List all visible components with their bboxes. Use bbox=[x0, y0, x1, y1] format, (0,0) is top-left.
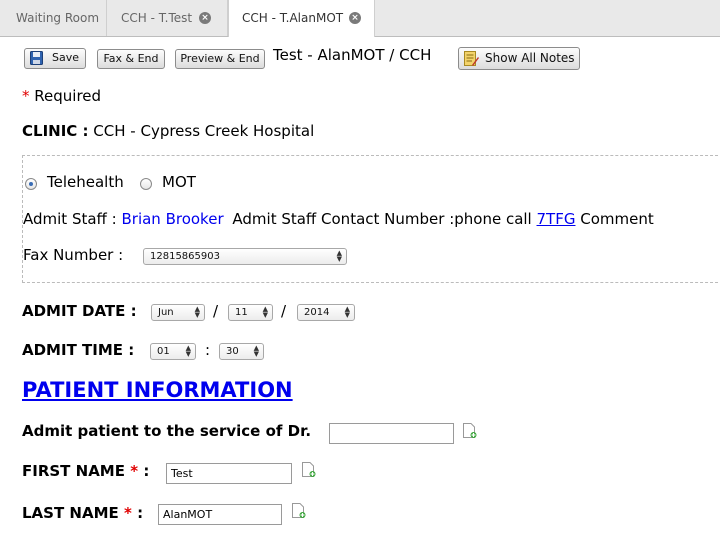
first-name-row: FIRST NAME * : bbox=[22, 462, 149, 480]
preview-end-button[interactable]: Preview & End bbox=[175, 49, 265, 69]
telehealth-label: Telehealth bbox=[47, 173, 124, 191]
date-separator: / bbox=[213, 302, 219, 320]
tab-label: Waiting Room bbox=[16, 11, 100, 25]
select-arrows-icon: ▲ ▼ bbox=[336, 249, 342, 263]
tab-label: CCH - T.AlanMOT bbox=[242, 11, 344, 25]
admit-year-select[interactable]: 2014 ▲ ▼ bbox=[297, 304, 355, 321]
close-icon[interactable]: × bbox=[349, 12, 361, 24]
first-name-label: FIRST NAME bbox=[22, 462, 125, 480]
service-of-dr-label: Admit patient to the service of Dr. bbox=[22, 422, 312, 440]
fax-number-select[interactable]: 12815865903 ▲ ▼ bbox=[143, 248, 347, 265]
page-title: Test - AlanMOT / CCH bbox=[273, 46, 432, 64]
fax-number-value: 12815865903 bbox=[150, 251, 220, 262]
tab-cch-t-alanmot[interactable]: CCH - T.AlanMOT × bbox=[228, 0, 375, 37]
contact-number-link[interactable]: 7TFG bbox=[537, 210, 576, 228]
fax-number-label: Fax Number : bbox=[23, 246, 124, 264]
add-note-icon[interactable] bbox=[302, 462, 316, 478]
required-star: * bbox=[22, 87, 30, 105]
select-arrows-icon: ▲ ▼ bbox=[344, 305, 350, 319]
required-star: * bbox=[130, 462, 139, 480]
colon: : bbox=[137, 504, 144, 522]
last-name-row: LAST NAME * : bbox=[22, 504, 143, 522]
service-of-dr-input[interactable] bbox=[329, 423, 454, 444]
tab-bar: Waiting Room CCH - T.Test × CCH - T.Alan… bbox=[0, 0, 720, 37]
clinic-value: CCH - Cypress Creek Hospital bbox=[93, 122, 315, 140]
add-note-icon[interactable] bbox=[463, 423, 477, 439]
tab-cch-t-test[interactable]: CCH - T.Test × bbox=[107, 0, 228, 36]
patient-information-heading: PATIENT INFORMATION bbox=[22, 378, 293, 402]
mot-radio[interactable] bbox=[140, 178, 152, 190]
select-arrows-icon: ▲ ▼ bbox=[253, 344, 259, 358]
contact-number-label: Admit Staff Contact Number :phone call bbox=[232, 210, 532, 228]
admit-year-value: 2014 bbox=[304, 307, 330, 318]
add-note-icon[interactable] bbox=[292, 503, 306, 519]
first-name-input[interactable]: Test bbox=[166, 463, 292, 484]
required-star: * bbox=[124, 504, 132, 522]
date-separator: / bbox=[281, 302, 287, 320]
close-icon[interactable]: × bbox=[199, 12, 211, 24]
notes-icon bbox=[464, 51, 479, 66]
fax-end-button[interactable]: Fax & End bbox=[97, 49, 165, 69]
select-arrows-icon: ▲ ▼ bbox=[185, 344, 191, 358]
admit-time-label: ADMIT TIME : bbox=[22, 341, 135, 359]
telehealth-radio[interactable] bbox=[25, 178, 37, 190]
admit-hour-value: 01 bbox=[157, 346, 170, 357]
required-note: * Required bbox=[22, 87, 101, 105]
save-button[interactable]: Save bbox=[24, 48, 86, 69]
tab-waiting-room[interactable]: Waiting Room bbox=[0, 0, 107, 36]
required-text: Required bbox=[34, 87, 102, 105]
last-name-label: LAST NAME bbox=[22, 504, 119, 522]
clinic-row: CLINIC : CCH - Cypress Creek Hospital bbox=[22, 122, 314, 140]
tab-label: CCH - T.Test bbox=[121, 11, 193, 25]
mot-label: MOT bbox=[162, 173, 196, 191]
admit-day-value: 11 bbox=[235, 307, 248, 318]
admit-date-label: ADMIT DATE : bbox=[22, 302, 137, 320]
select-arrows-icon: ▲ ▼ bbox=[262, 305, 268, 319]
admit-month-value: Jun bbox=[158, 307, 174, 318]
admit-staff-label: Admit Staff : bbox=[23, 210, 117, 228]
admit-month-select[interactable]: Jun ▲ ▼ bbox=[151, 304, 205, 321]
admit-day-select[interactable]: 11 ▲ ▼ bbox=[228, 304, 273, 321]
last-name-input[interactable]: AlanMOT bbox=[158, 504, 282, 525]
time-separator: : bbox=[205, 341, 211, 359]
comment-label: Comment bbox=[580, 210, 654, 228]
admit-minute-select[interactable]: 30 ▲ ▼ bbox=[219, 343, 264, 360]
admit-hour-select[interactable]: 01 ▲ ▼ bbox=[150, 343, 196, 360]
clinic-label: CLINIC : bbox=[22, 122, 89, 140]
admit-minute-value: 30 bbox=[226, 346, 239, 357]
show-all-notes-label: Show All Notes bbox=[485, 51, 575, 65]
admit-staff-row: Admit Staff : Brian Brooker Admit Staff … bbox=[23, 210, 654, 228]
select-arrows-icon: ▲ ▼ bbox=[194, 305, 200, 319]
show-all-notes-button[interactable]: Show All Notes bbox=[458, 47, 580, 70]
colon: : bbox=[143, 462, 150, 480]
floppy-disk-icon bbox=[30, 51, 43, 65]
admit-staff-name: Brian Brooker bbox=[121, 210, 224, 228]
save-label: Save bbox=[52, 51, 80, 64]
